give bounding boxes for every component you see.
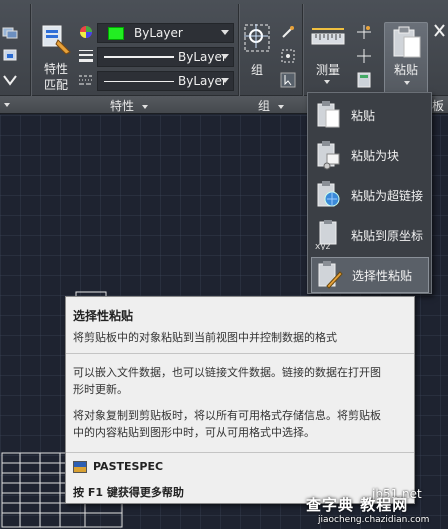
color-value: ByLayer <box>134 26 183 40</box>
match-properties-label-2: 匹配 <box>44 78 69 92</box>
ungroup-icon[interactable] <box>280 24 296 40</box>
chevron-down-icon <box>404 81 410 85</box>
ruler-icon <box>311 28 345 45</box>
linetype-icon[interactable] <box>78 72 94 88</box>
linetype-dropdown[interactable]: ByLayer <box>97 71 234 91</box>
layer-state-icon[interactable] <box>2 72 18 88</box>
menu-item-paste-special[interactable]: 选择性粘贴 <box>311 257 429 293</box>
linetype-value: ByLayer <box>178 74 227 88</box>
menu-item-paste-to-original-coordinates[interactable]: xyz 粘贴到原坐标 <box>311 217 429 253</box>
chevron-down-icon <box>277 104 284 109</box>
tooltip-detail-line: 可以嵌入文件数据，也可以链接文件数据。链接的数据在打开图 <box>73 366 381 379</box>
group-select-icon[interactable] <box>280 72 296 88</box>
paste-dropdown-menu: 粘贴 粘贴为块 粘贴为超链接 xyz 粘贴到原坐标 选择性粘贴 <box>307 92 432 294</box>
point-style-icon[interactable] <box>356 24 372 40</box>
paste-special-icon <box>316 260 344 290</box>
menu-item-paste-as-block[interactable]: 粘贴为块 <box>311 137 429 173</box>
properties-panel-title[interactable]: 特性 <box>110 97 148 114</box>
command-name: PASTESPEC <box>93 460 164 473</box>
group-button[interactable]: 组 <box>242 22 274 92</box>
color-wheel-icon[interactable] <box>78 24 94 40</box>
svg-text:xyz: xyz <box>315 242 331 250</box>
lineweight-icon[interactable] <box>78 48 94 64</box>
match-properties-button[interactable]: 特性 匹配 <box>38 22 76 92</box>
tooltip-command: PASTESPEC <box>73 460 163 473</box>
paste-icon <box>315 100 343 130</box>
chevron-down-icon <box>221 78 229 83</box>
menu-item-label: 粘贴 <box>351 108 376 123</box>
layer-tool-icon[interactable] <box>2 24 18 40</box>
lineweight-value: ByLayer <box>178 50 227 64</box>
match-properties-label-1: 特性 <box>44 62 69 76</box>
crosshair-icon[interactable] <box>356 48 372 64</box>
tooltip-detail-line: 将对象复制到剪贴板时，将以所有可用格式存储信息。将剪贴板 <box>73 409 381 422</box>
chevron-down-icon <box>221 54 229 59</box>
color-swatch <box>108 26 124 40</box>
cut-icon[interactable] <box>432 22 448 42</box>
paste-as-block-icon <box>315 140 343 170</box>
chevron-down-icon <box>141 104 148 109</box>
tooltip: 选择性粘贴 将剪贴板中的对象粘贴到当前视图中并控制数据的格式 可以嵌入文件数据，… <box>65 296 415 504</box>
menu-item-label: 粘贴到原坐标 <box>351 228 424 243</box>
lineweight-dropdown[interactable]: ByLayer <box>97 47 234 67</box>
group-label: 组 <box>251 63 264 77</box>
menu-item-label: 选择性粘贴 <box>352 268 413 283</box>
tooltip-description: 将剪贴板中的对象粘贴到当前视图中并控制数据的格式 <box>73 331 337 344</box>
tooltip-title: 选择性粘贴 <box>73 309 134 323</box>
properties-panel-label: 特性 <box>110 99 135 113</box>
clipboard-icon <box>393 26 421 58</box>
layer-walk-icon[interactable] <box>2 48 18 64</box>
group-icon <box>244 24 270 52</box>
divider <box>66 452 414 453</box>
menu-item-label: 粘贴为超链接 <box>351 188 424 203</box>
watermark-url: jiaocheng.chazidian.com <box>318 515 430 525</box>
divider <box>66 353 414 354</box>
groups-panel-label: 组 <box>258 99 271 113</box>
lineweight-preview <box>104 56 174 58</box>
paste-as-hyperlink-icon <box>315 180 343 210</box>
paste-to-original-coordinates-icon: xyz <box>315 220 343 252</box>
chevron-down-icon <box>324 80 330 84</box>
paste-label: 粘贴 <box>394 63 419 77</box>
ribbon: 特性 匹配 ByLayer ByLayer ByLayer 组 测量 粘贴 <box>0 0 448 112</box>
linetype-preview <box>104 80 174 82</box>
tooltip-detail-line: 形时更新。 <box>73 383 128 396</box>
group-edit-icon[interactable] <box>280 48 296 64</box>
groups-panel-title[interactable]: 组 <box>258 97 284 114</box>
menu-item-label: 粘贴为块 <box>351 148 400 163</box>
paste-button[interactable]: 粘贴 <box>384 22 428 96</box>
menu-item-paste-as-hyperlink[interactable]: 粘贴为超链接 <box>311 177 429 213</box>
chevron-down-icon[interactable] <box>4 103 10 107</box>
command-icon <box>73 460 87 473</box>
match-properties-icon <box>42 25 71 55</box>
chevron-down-icon <box>221 30 229 35</box>
measure-button[interactable]: 测量 <box>308 22 348 92</box>
clipboard-panel-title: 板 <box>432 99 445 113</box>
calculator-icon[interactable] <box>356 72 372 88</box>
measure-label: 测量 <box>316 63 341 77</box>
color-dropdown[interactable]: ByLayer <box>97 23 234 43</box>
tooltip-detail-line: 中的内容粘贴到图形中时，可从可用格式中选择。 <box>73 426 315 439</box>
menu-item-paste[interactable]: 粘贴 <box>311 97 429 133</box>
tooltip-help: 按 F1 键获得更多帮助 <box>73 486 184 499</box>
watermark-name: 查字典 教程网 <box>306 496 409 514</box>
ribbon-left-tools <box>0 20 26 90</box>
